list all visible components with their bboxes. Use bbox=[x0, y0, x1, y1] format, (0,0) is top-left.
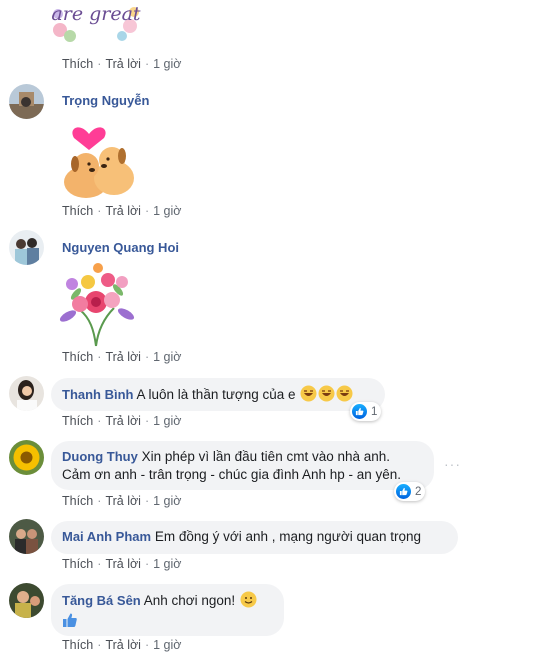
like-link[interactable]: Thích bbox=[62, 494, 93, 508]
comment-actions-2: Thích · Trả lời · 1 giờ bbox=[62, 350, 182, 364]
reaction-count-badge[interactable]: 1 bbox=[350, 402, 382, 421]
avatar[interactable] bbox=[9, 583, 44, 618]
like-link[interactable]: Thích bbox=[62, 57, 93, 71]
reply-link[interactable]: Trả lời bbox=[105, 494, 141, 508]
sticker-text: are great bbox=[51, 3, 141, 25]
like-reaction-icon bbox=[396, 484, 411, 499]
smile-emoji-icon bbox=[240, 591, 257, 608]
comment-text: A luôn là thần tượng của e bbox=[136, 387, 296, 402]
reply-link[interactable]: Trả lời bbox=[105, 414, 141, 428]
timestamp[interactable]: 1 giờ bbox=[153, 638, 181, 652]
comment-actions-3: Thích · Trả lời · 1 giờ bbox=[62, 414, 182, 428]
timestamp[interactable]: 1 giờ bbox=[153, 494, 181, 508]
reaction-count: 1 bbox=[371, 405, 378, 418]
avatar[interactable] bbox=[9, 230, 44, 265]
like-link[interactable]: Thích bbox=[62, 414, 93, 428]
comment-actions-6: Thích · Trả lời · 1 giờ bbox=[62, 638, 182, 652]
laughing-emoji-icon bbox=[318, 385, 335, 402]
avatar[interactable] bbox=[9, 376, 44, 411]
reply-link[interactable]: Trả lời bbox=[105, 557, 141, 571]
commenter-name[interactable]: Trọng Nguyễn bbox=[62, 93, 149, 108]
comment-actions-5: Thích · Trả lời · 1 giờ bbox=[62, 557, 182, 571]
reply-link[interactable]: Trả lời bbox=[105, 350, 141, 364]
sticker-puppies-heart bbox=[56, 116, 138, 202]
like-reaction-icon bbox=[352, 404, 367, 419]
more-options-icon[interactable]: ··· bbox=[444, 456, 461, 472]
timestamp[interactable]: 1 giờ bbox=[153, 414, 181, 428]
like-link[interactable]: Thích bbox=[62, 557, 93, 571]
commenter-name[interactable]: Thanh Bình bbox=[62, 387, 134, 402]
comment-text-line2: Cảm ơn anh - trân trọng - chúc gia đình … bbox=[62, 467, 402, 482]
timestamp[interactable]: 1 giờ bbox=[153, 557, 181, 571]
like-link[interactable]: Thích bbox=[62, 638, 93, 652]
reaction-count: 2 bbox=[415, 485, 422, 498]
comment-bubble: Duong Thuy Xin phép vì lần đầu tiên cmt … bbox=[51, 441, 434, 490]
like-link[interactable]: Thích bbox=[62, 204, 93, 218]
thumbs-up-icon bbox=[62, 612, 78, 628]
timestamp[interactable]: 1 giờ bbox=[153, 57, 181, 71]
timestamp[interactable]: 1 giờ bbox=[153, 350, 181, 364]
comment-bubble: Mai Anh Pham Em đồng ý với anh , mạng ng… bbox=[51, 521, 458, 554]
comment-bubble: Thanh Bình A luôn là thần tượng của e bbox=[51, 378, 385, 411]
avatar[interactable] bbox=[9, 519, 44, 554]
commenter-name[interactable]: Mai Anh Pham bbox=[62, 529, 151, 544]
reaction-count-badge[interactable]: 2 bbox=[394, 482, 426, 501]
comment-text: Anh chơi ngon! bbox=[143, 593, 236, 608]
comment-text: Em đồng ý với anh , mạng người quan trọn… bbox=[154, 529, 422, 544]
commenter-name[interactable]: Tăng Bá Sên bbox=[62, 593, 141, 608]
timestamp[interactable]: 1 giờ bbox=[153, 204, 181, 218]
commenter-name[interactable]: Duong Thuy bbox=[62, 449, 138, 464]
commenter-name[interactable]: Nguyen Quang Hoi bbox=[62, 240, 179, 255]
avatar[interactable] bbox=[9, 84, 44, 119]
comment-actions-0: Thích · Trả lời · 1 giờ bbox=[62, 57, 182, 71]
reply-link[interactable]: Trả lời bbox=[105, 638, 141, 652]
comment-bubble: Tăng Bá Sên Anh chơi ngon! bbox=[51, 584, 284, 636]
like-link[interactable]: Thích bbox=[62, 350, 93, 364]
avatar[interactable] bbox=[9, 440, 44, 475]
reply-link[interactable]: Trả lời bbox=[105, 204, 141, 218]
sticker-are-great: are great bbox=[50, 0, 142, 46]
laughing-emoji-icon bbox=[300, 385, 317, 402]
reply-link[interactable]: Trả lời bbox=[105, 57, 141, 71]
comment-actions-4: Thích · Trả lời · 1 giờ bbox=[62, 494, 182, 508]
sticker-flower-bouquet bbox=[50, 260, 142, 348]
laughing-emoji-icon bbox=[336, 385, 353, 402]
comment-actions-1: Thích · Trả lời · 1 giờ bbox=[62, 204, 182, 218]
comment-text: Xin phép vì lần đầu tiên cmt vào nhà anh… bbox=[141, 449, 391, 464]
